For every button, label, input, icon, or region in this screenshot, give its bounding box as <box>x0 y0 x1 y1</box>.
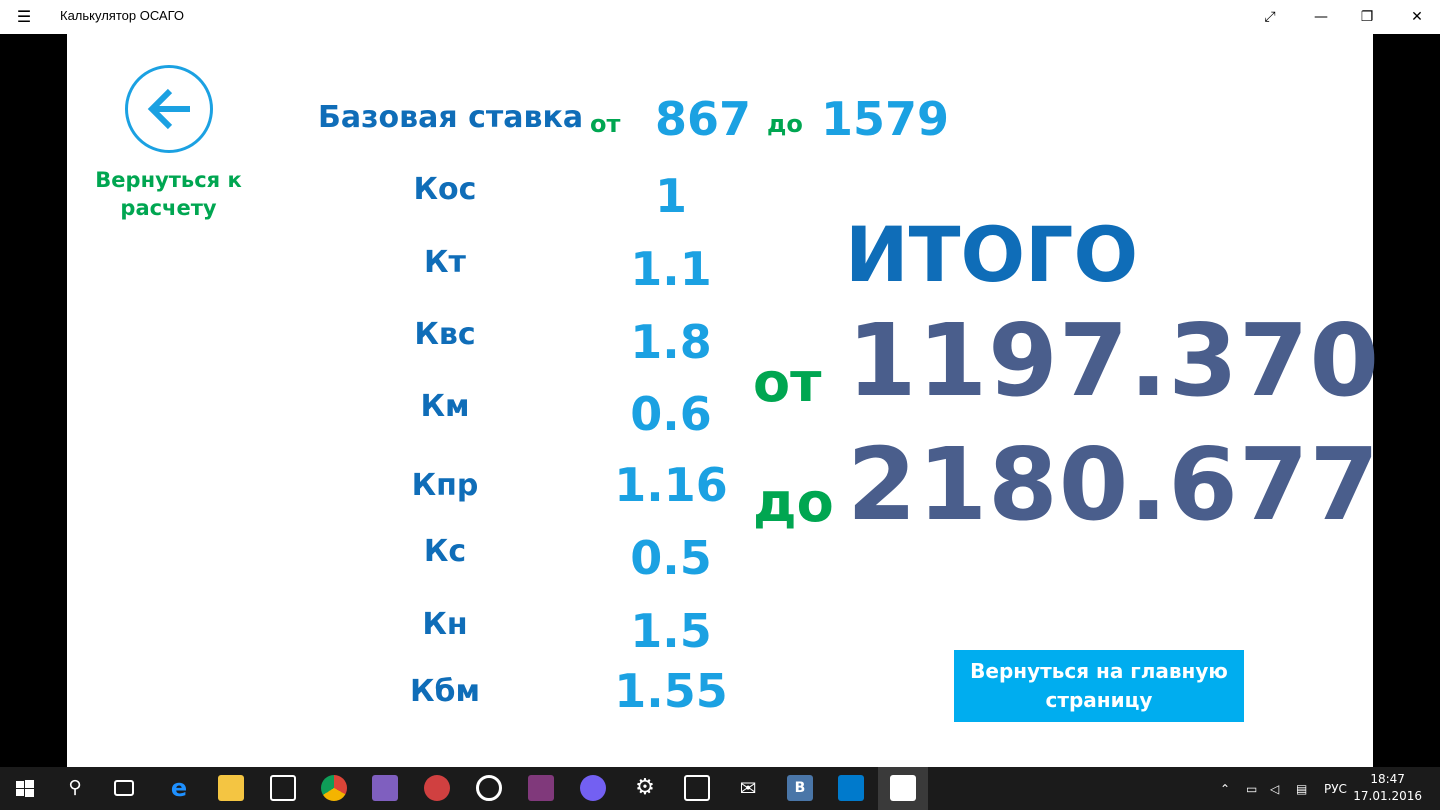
taskbar: ⚲ e ⚙ ✉ B ⌃ ▭ ◁ ▤ РУС 18:47 17.01.2016 <box>0 767 1440 810</box>
minimize-button[interactable]: — <box>1298 0 1344 34</box>
hamburger-menu-icon[interactable]: ☰ <box>14 7 34 27</box>
coef-name-kvs: Квс <box>414 317 476 352</box>
coef-value-kbm: 1.55 <box>614 664 728 718</box>
total-from-word: от <box>753 351 822 414</box>
start-icon[interactable] <box>12 775 38 801</box>
edge-icon[interactable]: e <box>166 775 192 801</box>
osago-app-icon[interactable] <box>890 775 916 801</box>
coef-name-kt: Кт <box>424 245 466 280</box>
window-title: Калькулятор ОСАГО <box>60 8 185 23</box>
clock-time: 18:47 <box>1370 772 1405 786</box>
total-from-value: 1197.370 <box>847 302 1381 419</box>
base-to-value: 1579 <box>821 92 950 146</box>
store-icon[interactable] <box>270 775 296 801</box>
coef-name-kn: Кн <box>422 607 468 642</box>
app-content: Вернуться к расчету Базовая ставка от 86… <box>67 34 1379 767</box>
clock[interactable]: 18:47 17.01.2016 <box>1353 771 1422 805</box>
coef-name-kos: Кос <box>413 172 477 207</box>
base-from-word: от <box>590 110 621 138</box>
paint-icon[interactable] <box>424 775 450 801</box>
total-title: ИТОГО <box>845 210 1139 299</box>
coef-name-ks: Кс <box>423 534 467 569</box>
coef-value-ks: 0.5 <box>630 531 712 585</box>
coef-value-kvs: 1.8 <box>630 315 712 369</box>
arrow-left-icon <box>147 88 190 130</box>
viber-icon[interactable] <box>580 775 606 801</box>
coef-value-km: 0.6 <box>630 387 712 441</box>
coef-value-kt: 1.1 <box>630 242 712 296</box>
vk-icon[interactable]: B <box>787 775 813 801</box>
coef-name-km: Км <box>420 389 470 424</box>
total-to-word: до <box>753 471 834 534</box>
restore-button[interactable]: ❐ <box>1344 0 1390 34</box>
chrome-icon[interactable] <box>321 775 347 801</box>
photos-icon[interactable] <box>684 775 710 801</box>
back-label[interactable]: Вернуться к расчету <box>87 166 250 222</box>
base-rate-label: Базовая ставка <box>318 100 584 135</box>
fullscreen-icon[interactable]: ⤢ <box>1247 0 1293 34</box>
total-to-value: 2180.677 <box>847 426 1381 543</box>
tray-chevron-icon[interactable]: ⌃ <box>1220 767 1230 810</box>
back-to-main-button[interactable]: Вернуться на главную страницу <box>954 650 1244 722</box>
coef-value-kos: 1 <box>654 169 687 223</box>
clock-date: 17.01.2016 <box>1353 789 1422 803</box>
search-icon[interactable]: ⚲ <box>62 775 88 801</box>
network-icon[interactable]: ▭ <box>1246 767 1257 810</box>
base-from-value: 867 <box>655 92 752 146</box>
base-to-word: до <box>767 110 803 138</box>
coef-value-kn: 1.5 <box>630 604 712 658</box>
title-bar: ☰ Калькулятор ОСАГО ⤢ — ❐ ✕ <box>0 0 1440 34</box>
visual-studio-icon[interactable] <box>372 775 398 801</box>
back-button[interactable] <box>125 65 213 153</box>
language-indicator[interactable]: РУС <box>1324 767 1347 810</box>
file-explorer-icon[interactable] <box>218 775 244 801</box>
close-button[interactable]: ✕ <box>1394 0 1440 34</box>
settings-icon[interactable]: ⚙ <box>632 775 658 801</box>
groove-icon[interactable] <box>476 775 502 801</box>
task-view-icon[interactable] <box>114 780 134 796</box>
onenote-icon[interactable] <box>528 775 554 801</box>
coef-name-kpr: Кпр <box>411 468 479 503</box>
coef-name-kbm: Кбм <box>410 674 480 709</box>
mail-icon[interactable]: ✉ <box>735 775 761 801</box>
action-center-icon[interactable]: ▤ <box>1296 767 1307 810</box>
coef-value-kpr: 1.16 <box>614 458 728 512</box>
volume-icon[interactable]: ◁ <box>1270 767 1279 810</box>
vscode-icon[interactable] <box>838 775 864 801</box>
